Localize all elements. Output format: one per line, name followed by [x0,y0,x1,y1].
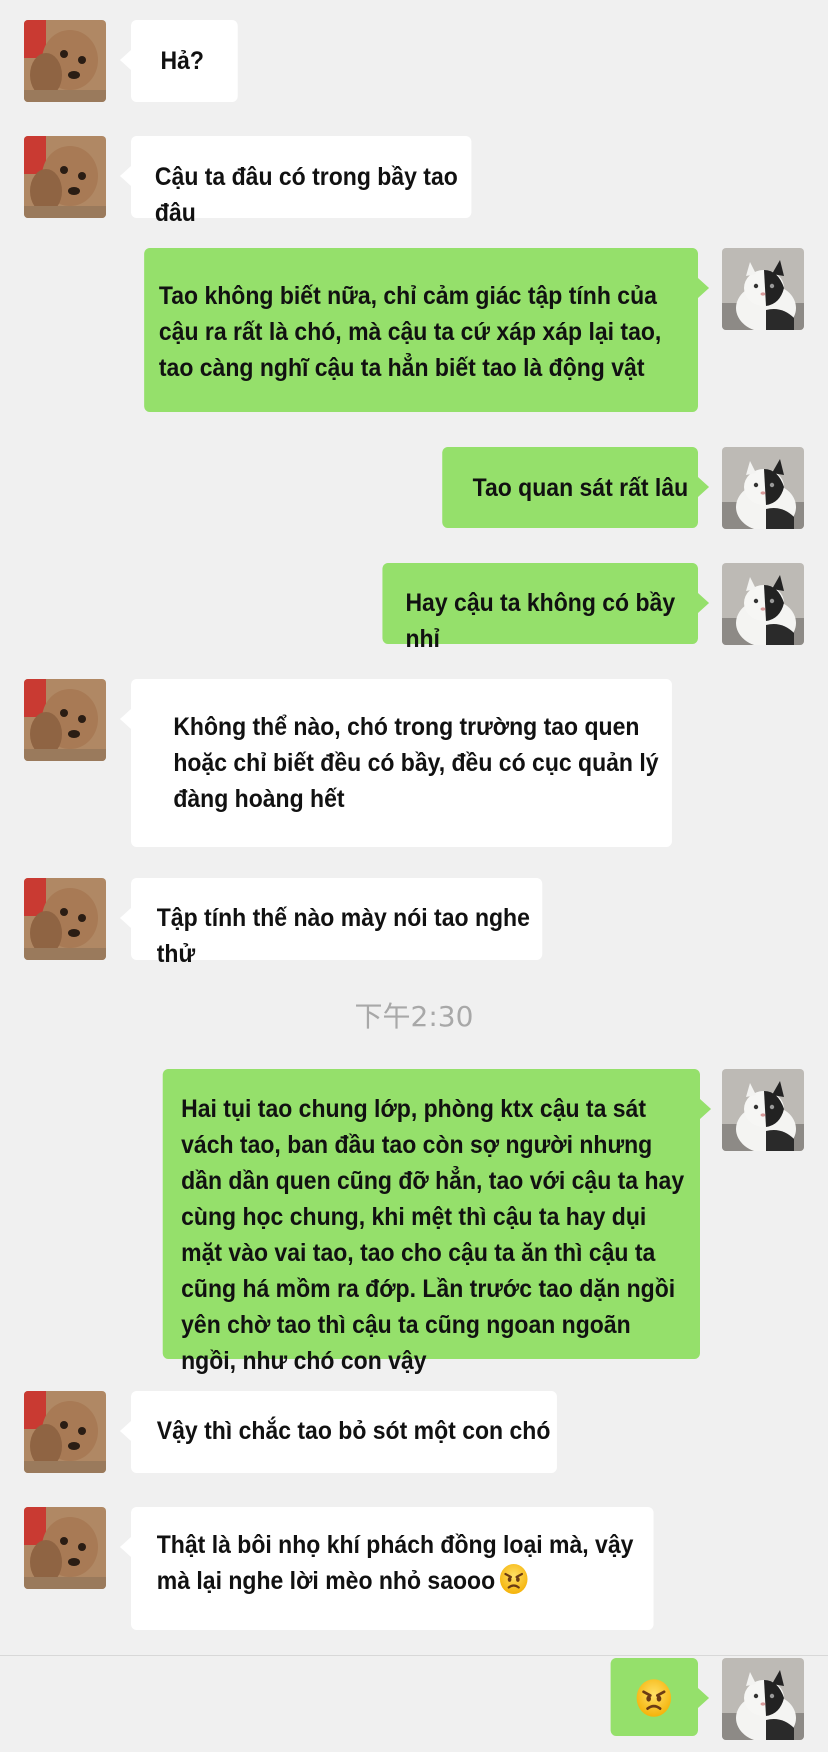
incoming-message-bubble[interactable]: Tập tính thế nào mày nói tao nghe thử [119,878,543,968]
message-text: Cậu ta đâu có trong bầy tao đâu [154,163,458,227]
message-text: Thật là bôi nhọ khí phách đồng loại mà, … [156,1531,634,1595]
contact-avatar[interactable] [24,1507,106,1589]
outgoing-message-bubble[interactable]: Hay cậu ta không có bầy nhỉ [382,563,710,653]
message-text: Hả? [160,47,204,75]
message-text: Tập tính thế nào mày nói tao nghe thử [156,904,530,968]
divider [0,1655,828,1656]
own-avatar[interactable] [722,447,804,529]
contact-avatar[interactable] [24,136,106,218]
angry-face-icon [499,1563,528,1595]
outgoing-message-bubble[interactable]: Tao không biết nữa, chỉ cảm giác tập tín… [144,248,710,412]
outgoing-message-bubble[interactable]: Hai tụi tao chung lớp, phòng ktx cậu ta … [162,1069,712,1375]
contact-avatar[interactable] [24,1391,106,1473]
incoming-message-bubble[interactable]: Vậy thì chắc tao bỏ sót một con chó [119,1391,557,1473]
incoming-message-bubble[interactable]: Thật là bôi nhọ khí phách đồng loại mà, … [119,1507,654,1630]
own-avatar[interactable] [722,248,804,330]
angry-face-icon [635,1678,672,1718]
outgoing-message-bubble[interactable]: Tao quan sát rất lâu [442,447,710,528]
message-text: Tao quan sát rất lâu [472,474,689,502]
incoming-message-bubble[interactable]: Cậu ta đâu có trong bầy tao đâu [119,136,472,227]
message-text: Vậy thì chắc tao bỏ sót một con chó [156,1417,551,1445]
own-avatar[interactable] [722,1069,804,1151]
message-text: Không thể nào, chó trong trường tao quen… [173,713,659,813]
incoming-message-bubble[interactable]: Không thể nào, chó trong trường tao quen… [119,679,672,847]
own-avatar[interactable] [722,563,804,645]
contact-avatar[interactable] [24,20,106,102]
incoming-message-bubble[interactable]: Hả? [119,20,238,102]
outgoing-message-bubble[interactable] [610,1658,710,1736]
message-text: Hai tụi tao chung lớp, phòng ktx cậu ta … [181,1095,685,1375]
contact-avatar[interactable] [24,878,106,960]
message-text: Tao không biết nữa, chỉ cảm giác tập tín… [158,282,662,382]
own-avatar[interactable] [722,1658,804,1740]
timestamp-divider: 下午2:30 [354,1000,474,1033]
message-text: Hay cậu ta không có bầy nhỉ [405,589,676,653]
contact-avatar[interactable] [24,679,106,761]
